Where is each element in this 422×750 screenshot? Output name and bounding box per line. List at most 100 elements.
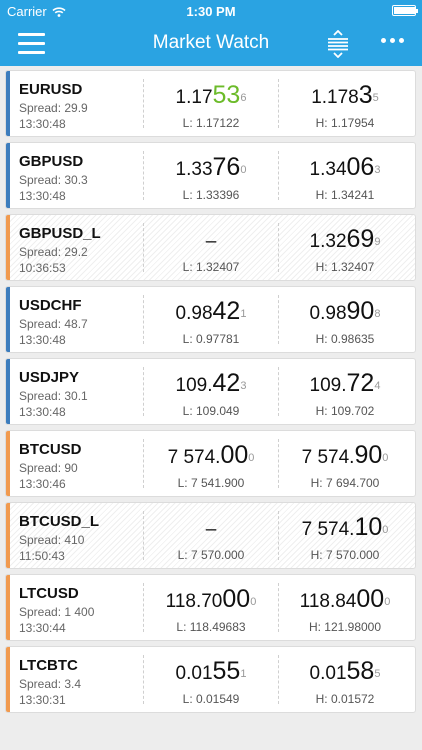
row-accent-bar [6, 359, 10, 424]
ask-price-prefix: 109. [309, 375, 347, 396]
ask-price-pips: 90 [346, 297, 375, 325]
low-price: L: 109.049 [182, 404, 240, 418]
battery-icon [392, 5, 418, 16]
symbol-row[interactable]: GBPUSD_L Spread: 29.2 10:36:53 – L: 1.32407 1… [5, 214, 416, 281]
spread-label: Spread: 30.3 [19, 173, 88, 187]
ask-price: 109.724 [278, 369, 412, 397]
row-accent-bar [6, 143, 10, 208]
bid-price-prefix: 0.98 [175, 303, 213, 324]
sort-icon[interactable] [326, 29, 350, 59]
bid-price-dash: – [205, 231, 217, 252]
high-price: H: 109.702 [315, 404, 375, 418]
status-time: 1:30 PM [186, 4, 236, 19]
row-accent-bar [6, 575, 10, 640]
ask-price-prefix: 1.178 [311, 87, 359, 108]
row-accent-bar [6, 647, 10, 712]
low-price: L: 1.17122 [182, 116, 240, 130]
bid-price-fraction: 6 [240, 92, 247, 104]
hamburger-icon[interactable] [18, 33, 45, 55]
low-price: L: 1.32407 [182, 260, 240, 274]
page-title: Market Watch [152, 32, 270, 53]
ask-price-pips: 3 [358, 81, 373, 109]
ask-price: 1.17835 [278, 81, 412, 109]
app-header: Carrier 1:30 PM Market Watch [0, 0, 422, 66]
symbol-row[interactable]: GBPUSD Spread: 30.3 13:30:48 1.33760 L: 1.33… [5, 142, 416, 209]
bid-price-pips: 76 [212, 153, 241, 181]
symbol-row[interactable]: USDCHF Spread: 48.7 13:30:48 0.98421 L: 0.97… [5, 286, 416, 353]
bid-price: 1.33760 [144, 153, 278, 181]
symbol-row[interactable]: EURUSD Spread: 29.9 13:30:48 1.17536 L: 1.17… [5, 70, 416, 137]
ask-price-fraction: 9 [374, 236, 381, 248]
bid-price-pips: 42 [212, 369, 241, 397]
high-price: H: 0.98635 [315, 332, 375, 346]
ask-price-pips: 00 [356, 585, 385, 613]
symbol-name: USDJPY [19, 369, 80, 386]
row-accent-bar [6, 503, 10, 568]
low-price: L: 1.33396 [182, 188, 240, 202]
symbol-name: LTCUSD [19, 585, 79, 602]
ask-price: 118.84000 [278, 585, 412, 613]
ask-price-fraction: 0 [382, 452, 389, 464]
symbol-row[interactable]: BTCUSD_L Spread: 410 11:50:43 – L: 7 570.000… [5, 502, 416, 569]
ask-price: 1.34063 [278, 153, 412, 181]
ask-price-prefix: 7 574. [301, 447, 355, 468]
ask-price: 7 574.100 [278, 513, 412, 541]
spread-label: Spread: 29.9 [19, 101, 88, 115]
quote-time: 10:36:53 [19, 261, 66, 275]
nav-bar: Market Watch [0, 22, 422, 66]
high-price: H: 121.98000 [308, 620, 382, 634]
ask-price-pips: 06 [346, 153, 375, 181]
symbol-row[interactable]: USDJPY Spread: 30.1 13:30:48 109.423 L: 109.… [5, 358, 416, 425]
ask-price: 1.32699 [278, 225, 412, 253]
bid-price: 0.01551 [144, 657, 278, 685]
quote-time: 13:30:48 [19, 405, 66, 419]
high-price: H: 0.01572 [315, 692, 375, 706]
ask-price-fraction: 3 [374, 164, 381, 176]
ask-price-pips: 69 [346, 225, 375, 253]
row-accent-bar [6, 71, 10, 136]
high-price: H: 7 570.000 [310, 548, 380, 562]
more-icon[interactable] [381, 38, 407, 48]
bid-price-prefix: 0.01 [175, 663, 213, 684]
symbol-name: EURUSD [19, 81, 83, 98]
bid-price-pips: 00 [220, 441, 249, 469]
high-price: H: 1.32407 [315, 260, 375, 274]
spread-label: Spread: 30.1 [19, 389, 88, 403]
quote-time: 13:30:31 [19, 693, 66, 707]
ask-price-fraction: 4 [374, 380, 381, 392]
high-price: H: 7 694.700 [310, 476, 380, 490]
ask-price-fraction: 5 [374, 668, 381, 680]
ask-price-prefix: 7 574. [301, 519, 355, 540]
symbol-name: GBPUSD [19, 153, 84, 170]
bid-price: 7 574.000 [144, 441, 278, 469]
spread-label: Spread: 29.2 [19, 245, 88, 259]
ask-price-prefix: 0.98 [309, 303, 347, 324]
bid-price-fraction: 0 [248, 452, 255, 464]
bid-price: – [144, 225, 278, 253]
symbol-row[interactable]: LTCUSD Spread: 1 400 13:30:44 118.70000 L: 1… [5, 574, 416, 641]
bid-price-prefix: 118.70 [165, 591, 223, 612]
low-price: L: 118.49683 [176, 620, 246, 634]
status-bar: Carrier 1:30 PM [0, 0, 422, 22]
low-price: L: 0.97781 [182, 332, 240, 346]
bid-price: 0.98421 [144, 297, 278, 325]
high-price: H: 1.17954 [315, 116, 375, 130]
symbol-name: USDCHF [19, 297, 82, 314]
quote-time: 13:30:48 [19, 333, 66, 347]
symbol-name: LTCBTC [19, 657, 78, 674]
bid-price-fraction: 3 [240, 380, 247, 392]
symbol-row[interactable]: LTCBTC Spread: 3.4 13:30:31 0.01551 L: 0.015… [5, 646, 416, 713]
ask-price-fraction: 0 [382, 524, 389, 536]
ask-price-prefix: 1.32 [309, 231, 347, 252]
ask-price-prefix: 0.01 [309, 663, 347, 684]
bid-price: 109.423 [144, 369, 278, 397]
quote-time: 13:30:48 [19, 189, 66, 203]
row-accent-bar [6, 287, 10, 352]
spread-label: Spread: 410 [19, 533, 85, 547]
bid-price-fraction: 1 [240, 668, 247, 680]
ask-price-fraction: 8 [374, 308, 381, 320]
ask-price-prefix: 1.34 [309, 159, 347, 180]
low-price: L: 7 541.900 [177, 476, 245, 490]
bid-price-prefix: 7 574. [167, 447, 221, 468]
symbol-row[interactable]: BTCUSD Spread: 90 13:30:46 7 574.000 L: 7 54… [5, 430, 416, 497]
